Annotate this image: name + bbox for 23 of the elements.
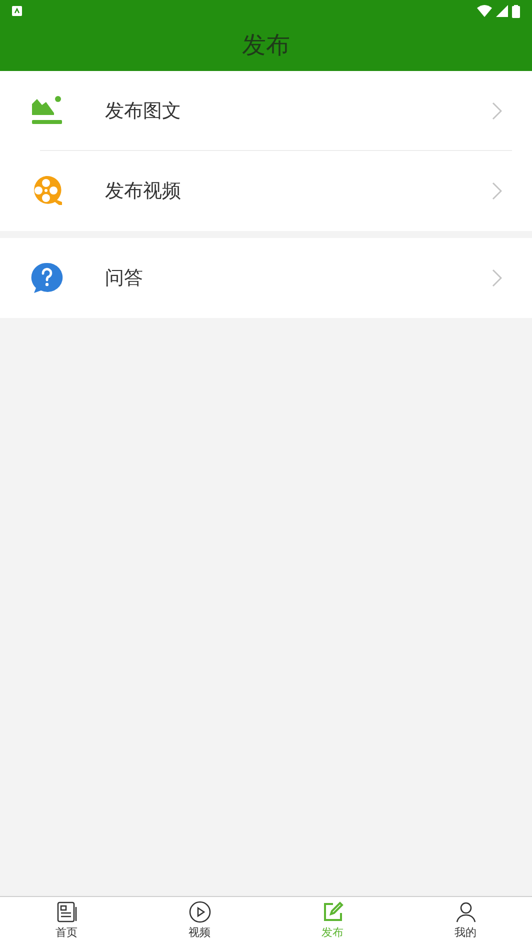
battery-icon <box>512 4 520 18</box>
question-bubble-icon <box>30 262 62 294</box>
menu-item[interactable]: 问答 <box>0 238 532 318</box>
tab-item[interactable]: 首页 <box>0 897 133 946</box>
landscape-icon <box>30 96 62 126</box>
signal-icon <box>496 5 508 17</box>
menu-label: 发布视频 <box>105 178 182 204</box>
tab-item[interactable]: 我的 <box>399 897 532 946</box>
menu-label: 发布图文 <box>105 98 182 124</box>
wifi-icon <box>477 5 492 17</box>
edit-icon <box>322 901 344 924</box>
chevron-right-icon <box>492 102 502 120</box>
person-icon <box>454 901 476 924</box>
menu-label: 问答 <box>105 266 144 291</box>
chevron-right-icon <box>492 182 502 200</box>
tab-item[interactable]: 视频 <box>133 897 266 946</box>
newspaper-icon <box>56 901 78 924</box>
page-title: 发布 <box>242 30 290 60</box>
menu-item[interactable]: 发布图文 <box>0 71 532 151</box>
play-circle-icon <box>188 901 210 924</box>
menu-item[interactable]: 发布视频 <box>0 151 532 231</box>
chevron-right-icon <box>492 269 502 287</box>
notification-icon <box>12 6 22 16</box>
